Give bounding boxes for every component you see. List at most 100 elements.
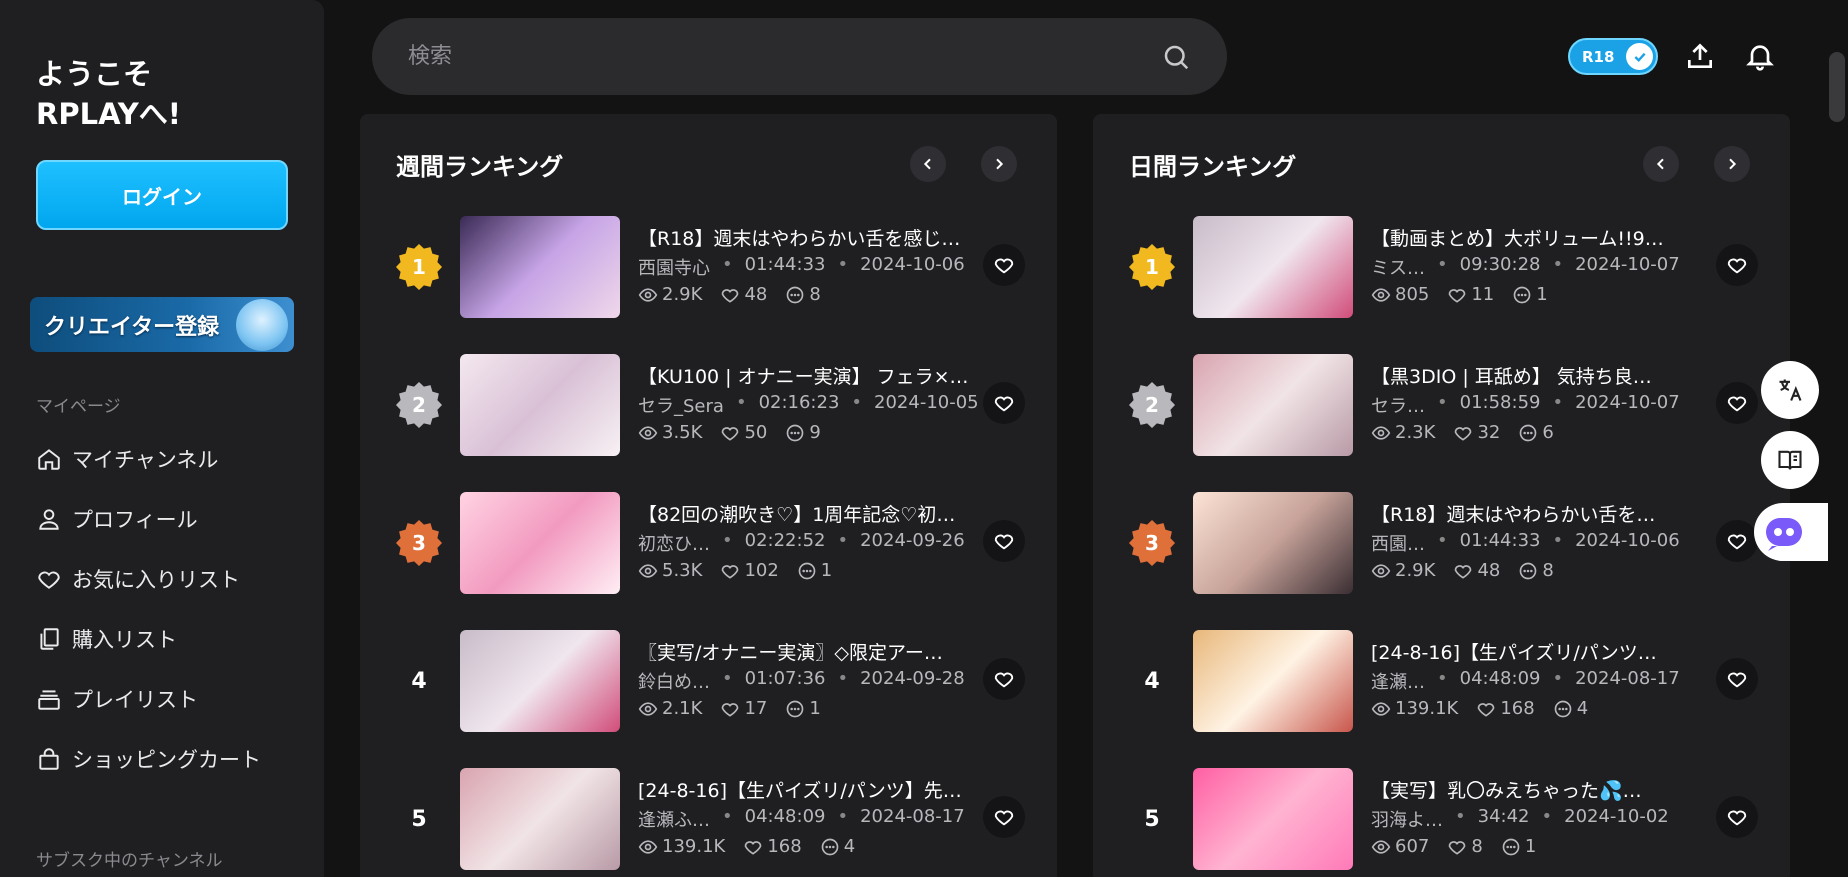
heart-icon bbox=[720, 285, 740, 305]
video-duration: 01:44:33 bbox=[1459, 530, 1541, 551]
video-thumbnail[interactable] bbox=[460, 492, 620, 594]
meta-separator: • bbox=[1541, 806, 1553, 827]
ranking-row[interactable]: 1 【動画まとめ】大ボリューム!!9… ミス… • 09:30:28 • 202… bbox=[1093, 214, 1790, 318]
video-thumbnail[interactable] bbox=[1193, 492, 1353, 594]
search-bar[interactable] bbox=[372, 18, 1227, 95]
sidebar-item-favorites[interactable]: お気に入りリスト bbox=[36, 561, 240, 597]
weekly-ranking-panel: 週間ランキング 1 【R18】週末はやわらかい舌を感じ… 西園寺心 • 01:4… bbox=[360, 114, 1057, 877]
video-title[interactable]: 【R18】週末はやわらかい舌を… bbox=[1371, 500, 1711, 527]
video-thumbnail[interactable] bbox=[460, 354, 620, 456]
heart-icon bbox=[1726, 668, 1748, 690]
chevron-left-icon bbox=[1656, 158, 1664, 170]
video-thumbnail[interactable] bbox=[460, 768, 620, 870]
rank-number: 3 bbox=[1145, 531, 1159, 555]
meta-separator: • bbox=[1455, 806, 1466, 827]
ranking-row[interactable]: 3 【82回の潮吹き♡】1周年記念♡初… 初恋ひ… • 02:22:52 • 2… bbox=[360, 490, 1057, 594]
ranking-row[interactable]: 4 [24-8-16]【生パイズリ/パンツ… 逢瀬… • 04:48:09 • … bbox=[1093, 628, 1790, 732]
meta-separator: • bbox=[1552, 530, 1564, 551]
video-title[interactable]: 【動画まとめ】大ボリューム!!9… bbox=[1371, 224, 1711, 251]
comment-icon bbox=[785, 423, 805, 443]
r18-toggle[interactable]: R18 bbox=[1568, 38, 1658, 75]
favorite-button[interactable] bbox=[983, 244, 1025, 286]
daily-ranking-panel: 日間ランキング 1 【動画まとめ】大ボリューム!!9… ミス… • 09:30:… bbox=[1093, 114, 1790, 877]
sidebar-item-my-channel[interactable]: マイチャンネル bbox=[36, 441, 218, 477]
favorite-button[interactable] bbox=[1716, 520, 1758, 562]
video-duration: 02:22:52 bbox=[744, 530, 826, 551]
ai-assistant-button[interactable] bbox=[1754, 503, 1828, 561]
video-title[interactable]: [24-8-16]【生パイズリ/パンツ… bbox=[1371, 638, 1711, 665]
favorite-button[interactable] bbox=[1716, 382, 1758, 424]
meta-separator: • bbox=[1437, 392, 1448, 413]
meta-separator: • bbox=[722, 530, 733, 551]
video-title[interactable]: 【実写】乳〇みえちゃった💦… bbox=[1371, 776, 1711, 803]
video-thumbnail[interactable] bbox=[1193, 768, 1353, 870]
video-title[interactable]: 【82回の潮吹き♡】1周年記念♡初… bbox=[638, 500, 978, 527]
reader-mode-button[interactable] bbox=[1761, 431, 1819, 489]
eye-icon bbox=[1371, 837, 1391, 857]
mypage-section-label: マイページ bbox=[36, 397, 121, 417]
video-author[interactable]: 逢瀬ふ… bbox=[638, 806, 710, 832]
rank-number: 1 bbox=[412, 255, 426, 279]
ranking-row[interactable]: 2 【KU100 | オナニー実演】 フェラ×… セラ_Sera • 02:16… bbox=[360, 352, 1057, 456]
bell-icon[interactable] bbox=[1744, 40, 1776, 72]
favorite-button[interactable] bbox=[1716, 244, 1758, 286]
video-author[interactable]: 逢瀬… bbox=[1371, 668, 1425, 694]
daily-prev-button[interactable] bbox=[1643, 146, 1679, 182]
sidebar-item-playlist[interactable]: プレイリスト bbox=[36, 681, 198, 717]
like-count: 168 bbox=[1500, 698, 1535, 719]
video-author[interactable]: ミス… bbox=[1371, 254, 1425, 280]
ranking-row[interactable]: 1 【R18】週末はやわらかい舌を感じ… 西園寺心 • 01:44:33 • 2… bbox=[360, 214, 1057, 318]
video-author[interactable]: 羽海よ… bbox=[1371, 806, 1443, 832]
sidebar-item-purchases[interactable]: 購入リスト bbox=[36, 621, 177, 657]
video-thumbnail[interactable] bbox=[1193, 354, 1353, 456]
search-input[interactable] bbox=[408, 44, 1161, 69]
video-title[interactable]: 【R18】週末はやわらかい舌を感じ… bbox=[638, 224, 978, 251]
sidebar-item-shopping-cart[interactable]: ショッピングカート bbox=[36, 741, 261, 777]
page-scrollbar-thumb[interactable] bbox=[1829, 52, 1845, 122]
favorite-button[interactable] bbox=[1716, 796, 1758, 838]
creator-register-banner[interactable]: クリエイター登録 bbox=[30, 297, 294, 352]
video-title[interactable]: 【黒3DIO | 耳舐め】 気持ち良… bbox=[1371, 362, 1711, 389]
favorite-button[interactable] bbox=[983, 796, 1025, 838]
ranking-row[interactable]: 4 〖実写/オナニー実演〗◇限定アー… 鈴白め… • 01:07:36 • 20… bbox=[360, 628, 1057, 732]
video-thumbnail[interactable] bbox=[460, 216, 620, 318]
view-count: 2.3K bbox=[1395, 422, 1436, 443]
video-author[interactable]: セラ_Sera bbox=[638, 392, 724, 418]
sidebar-item-profile[interactable]: プロフィール bbox=[36, 501, 198, 537]
upload-icon[interactable] bbox=[1684, 40, 1716, 72]
login-button[interactable]: ログイン bbox=[36, 160, 288, 230]
ranking-row[interactable]: 5 【実写】乳〇みえちゃった💦… 羽海よ… • 34:42 • 2024-10-… bbox=[1093, 766, 1790, 870]
video-author[interactable]: 西園寺心 bbox=[638, 254, 710, 280]
video-title[interactable]: 【KU100 | オナニー実演】 フェラ×… bbox=[638, 362, 978, 389]
daily-next-button[interactable] bbox=[1714, 146, 1750, 182]
weekly-next-button[interactable] bbox=[981, 146, 1017, 182]
heart-icon bbox=[993, 806, 1015, 828]
ranking-row[interactable]: 3 【R18】週末はやわらかい舌を… 西園… • 01:44:33 • 2024… bbox=[1093, 490, 1790, 594]
weekly-prev-button[interactable] bbox=[910, 146, 946, 182]
video-title[interactable]: [24-8-16]【生パイズリ/パンツ】先… bbox=[638, 776, 978, 803]
eye-icon bbox=[1371, 561, 1391, 581]
video-author[interactable]: セラ… bbox=[1371, 392, 1425, 418]
video-stats: 2.1K 17 1 bbox=[638, 698, 821, 719]
favorite-button[interactable] bbox=[983, 520, 1025, 562]
video-author[interactable]: 鈴白め… bbox=[638, 668, 710, 694]
video-title[interactable]: 〖実写/オナニー実演〗◇限定アー… bbox=[638, 638, 978, 665]
ranking-row[interactable]: 5 [24-8-16]【生パイズリ/パンツ】先… 逢瀬ふ… • 04:48:09… bbox=[360, 766, 1057, 870]
comment-count: 6 bbox=[1542, 422, 1554, 443]
heart-icon bbox=[993, 530, 1015, 552]
video-thumbnail[interactable] bbox=[1193, 216, 1353, 318]
ranking-row[interactable]: 2 【黒3DIO | 耳舐め】 気持ち良… セラ… • 01:58:59 • 2… bbox=[1093, 352, 1790, 456]
video-author[interactable]: 初恋ひ… bbox=[638, 530, 710, 556]
translate-button[interactable] bbox=[1761, 361, 1819, 419]
video-thumbnail[interactable] bbox=[1193, 630, 1353, 732]
favorite-button[interactable] bbox=[983, 382, 1025, 424]
subscribed-section-label: サブスク中のチャンネル bbox=[36, 851, 223, 871]
favorite-button[interactable] bbox=[1716, 658, 1758, 700]
favorite-button[interactable] bbox=[983, 658, 1025, 700]
search-icon[interactable] bbox=[1161, 42, 1191, 72]
user-icon bbox=[39, 509, 59, 530]
video-thumbnail[interactable] bbox=[460, 630, 620, 732]
page-scrollbar-track[interactable] bbox=[1830, 0, 1848, 877]
heart-icon bbox=[720, 561, 740, 581]
video-author[interactable]: 西園… bbox=[1371, 530, 1425, 556]
